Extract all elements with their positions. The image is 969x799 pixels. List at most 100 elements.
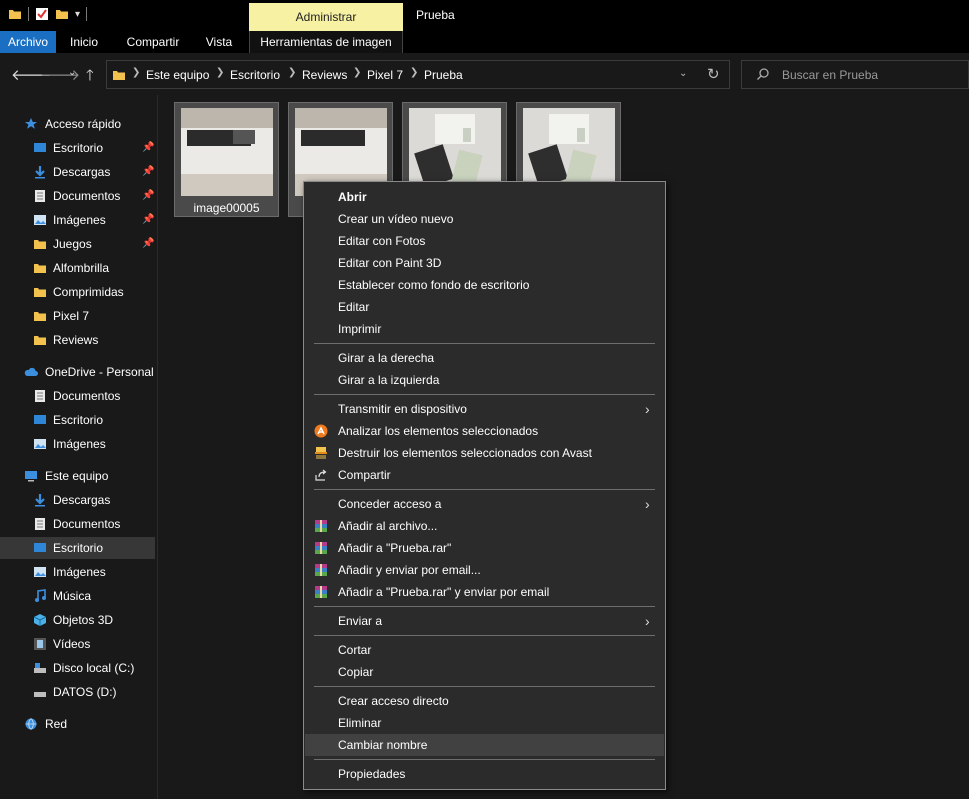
menu-item-label: Establecer como fondo de escritorio	[338, 278, 530, 292]
menu-item-girar-derecha[interactable]: Girar a la derecha	[305, 347, 664, 369]
sidebar-item-pc-descargas[interactable]: Descargas	[0, 489, 157, 511]
menu-separator	[314, 686, 655, 687]
menu-item-transmitir[interactable]: Transmitir en dispositivo ›	[305, 398, 664, 420]
breadcrumb-pixel-7[interactable]: Pixel 7	[367, 68, 403, 82]
menu-item-compartir[interactable]: Compartir	[305, 464, 664, 486]
sidebar-item-onedrive[interactable]: OneDrive - Personal	[0, 361, 157, 383]
sidebar-item-red[interactable]: Red	[0, 713, 157, 735]
breadcrumb-separator-icon[interactable]: ❯	[216, 67, 224, 78]
sidebar-item-descargas[interactable]: Descargas 📌	[0, 161, 157, 183]
sidebar-item-pc-imagenes[interactable]: Imágenes	[0, 561, 157, 583]
refresh-icon[interactable]: ↻	[707, 65, 720, 83]
sidebar-item-onedrive-documentos[interactable]: Documentos	[0, 385, 157, 407]
folder-icon	[34, 312, 46, 321]
tab-inicio[interactable]: Inicio	[60, 31, 108, 53]
sidebar-item-label: Escritorio	[53, 141, 104, 155]
menu-item-anadir-rar[interactable]: Añadir a "Prueba.rar"	[305, 537, 664, 559]
sidebar-item-onedrive-imagenes[interactable]: Imágenes	[0, 433, 157, 455]
breadcrumb-escritorio[interactable]: Escritorio	[230, 68, 280, 82]
address-dropdown-icon[interactable]: ⌄	[679, 68, 687, 79]
menu-item-crear-acceso-directo[interactable]: Crear acceso directo	[305, 690, 664, 712]
pin-icon[interactable]: 📌	[142, 161, 154, 183]
new-folder-icon[interactable]	[55, 7, 69, 21]
breadcrumb-este-equipo[interactable]: Este equipo	[146, 68, 209, 82]
sidebar-item-comprimidas[interactable]: Comprimidas	[0, 281, 157, 303]
pin-icon[interactable]: 📌	[142, 233, 154, 255]
menu-item-imprimir[interactable]: Imprimir	[305, 318, 664, 340]
breadcrumb-separator-icon[interactable]: ❯	[288, 67, 296, 78]
menu-item-analizar[interactable]: Analizar los elementos seleccionados	[305, 420, 664, 442]
menu-item-cambiar-nombre[interactable]: Cambiar nombre	[305, 734, 664, 756]
breadcrumb-separator-icon[interactable]: ❯	[353, 67, 361, 78]
breadcrumb-reviews[interactable]: Reviews	[302, 68, 347, 82]
pictures-icon	[34, 439, 46, 449]
menu-item-enviar-a[interactable]: Enviar a ›	[305, 610, 664, 632]
sidebar-item-pc-disco-local[interactable]: Disco local (C:)	[0, 657, 157, 679]
file-item[interactable]: image00005	[174, 102, 279, 217]
sidebar-item-pc-datos[interactable]: DATOS (D:)	[0, 681, 157, 703]
sidebar-item-imagenes[interactable]: Imágenes 📌	[0, 209, 157, 231]
menu-item-conceder-acceso[interactable]: Conceder acceso a ›	[305, 493, 664, 515]
sidebar-item-este-equipo[interactable]: Este equipo	[0, 465, 157, 487]
tab-compartir[interactable]: Compartir	[116, 31, 190, 53]
pin-icon[interactable]: 📌	[142, 185, 154, 207]
menu-item-girar-izquierda[interactable]: Girar a la izquierda	[305, 369, 664, 391]
tab-herramientas-imagen[interactable]: Herramientas de imagen	[249, 31, 403, 53]
menu-separator	[314, 489, 655, 490]
sidebar-item-label: Acceso rápido	[45, 117, 122, 131]
menu-item-copiar[interactable]: Copiar	[305, 661, 664, 683]
sidebar-item-pc-videos[interactable]: Vídeos	[0, 633, 157, 655]
sidebar-item-pc-musica[interactable]: Música	[0, 585, 157, 607]
sidebar-item-label: Este equipo	[45, 469, 109, 483]
pictures-icon	[34, 567, 46, 577]
sidebar-item-label: OneDrive - Personal	[45, 365, 154, 379]
menu-item-label: Eliminar	[338, 716, 382, 730]
pin-icon[interactable]: 📌	[142, 137, 154, 159]
sidebar-item-alfombrilla[interactable]: Alfombrilla	[0, 257, 157, 279]
menu-item-editar-paint3d[interactable]: Editar con Paint 3D	[305, 252, 664, 274]
menu-separator	[314, 394, 655, 395]
menu-item-eliminar[interactable]: Eliminar	[305, 712, 664, 734]
breadcrumb-separator-icon[interactable]: ❯	[410, 67, 418, 78]
sidebar-item-pc-objetos-3d[interactable]: Objetos 3D	[0, 609, 157, 631]
sidebar-item-pc-documentos[interactable]: Documentos	[0, 513, 157, 535]
menu-item-destruir[interactable]: Destruir los elementos seleccionados con…	[305, 442, 664, 464]
menu-item-propiedades[interactable]: Propiedades	[305, 763, 664, 785]
cube-3d-icon	[33, 614, 47, 626]
menu-separator	[314, 606, 655, 607]
address-bar[interactable]: ❯ Este equipo ❯ Escritorio ❯ Reviews ❯ P…	[106, 60, 730, 89]
sidebar-item-label: Pixel 7	[53, 309, 90, 323]
star-icon	[25, 118, 37, 129]
breadcrumb-prueba[interactable]: Prueba	[424, 68, 463, 82]
menu-item-anadir-email[interactable]: Añadir y enviar por email...	[305, 559, 664, 581]
sidebar-item-reviews[interactable]: Reviews	[0, 329, 157, 351]
menu-item-fondo-escritorio[interactable]: Establecer como fondo de escritorio	[305, 274, 664, 296]
sidebar-item-pc-escritorio[interactable]: Escritorio	[0, 537, 155, 559]
menu-item-label: Editar	[338, 300, 370, 314]
customize-toolbar-icon[interactable]: ▾	[75, 9, 80, 20]
share-icon	[315, 469, 327, 481]
pin-icon[interactable]: 📌	[142, 209, 154, 231]
sidebar-item-juegos[interactable]: Juegos 📌	[0, 233, 157, 255]
menu-item-editar-fotos[interactable]: Editar con Fotos	[305, 230, 664, 252]
menu-item-crear-video[interactable]: Crear un vídeo nuevo	[305, 208, 664, 230]
sidebar-item-onedrive-escritorio[interactable]: Escritorio	[0, 409, 157, 431]
breadcrumb-separator-icon[interactable]: ❯	[132, 67, 140, 78]
sidebar-item-documentos[interactable]: Documentos 📌	[0, 185, 157, 207]
menu-item-editar[interactable]: Editar	[305, 296, 664, 318]
properties-icon[interactable]	[35, 7, 49, 21]
sidebar-item-escritorio[interactable]: Escritorio 📌	[0, 137, 157, 159]
menu-item-abrir[interactable]: Abrir	[305, 186, 664, 208]
recent-locations-chevron-icon[interactable]: ⌄	[68, 67, 76, 78]
sidebar-item-pixel-7[interactable]: Pixel 7	[0, 305, 157, 327]
tab-vista[interactable]: Vista	[197, 31, 241, 53]
tab-archivo[interactable]: Archivo	[0, 31, 56, 53]
up-arrow-icon[interactable]: 🡑	[86, 65, 94, 90]
menu-item-cortar[interactable]: Cortar	[305, 639, 664, 661]
menu-item-anadir-archivo[interactable]: Añadir al archivo...	[305, 515, 664, 537]
sidebar-item-label: Objetos 3D	[53, 613, 114, 627]
folder-icon	[34, 264, 46, 273]
sidebar-item-acceso-rapido[interactable]: Acceso rápido	[0, 113, 157, 135]
search-input[interactable]: Buscar en Prueba	[741, 60, 969, 89]
menu-item-anadir-rar-email[interactable]: Añadir a "Prueba.rar" y enviar por email	[305, 581, 664, 603]
